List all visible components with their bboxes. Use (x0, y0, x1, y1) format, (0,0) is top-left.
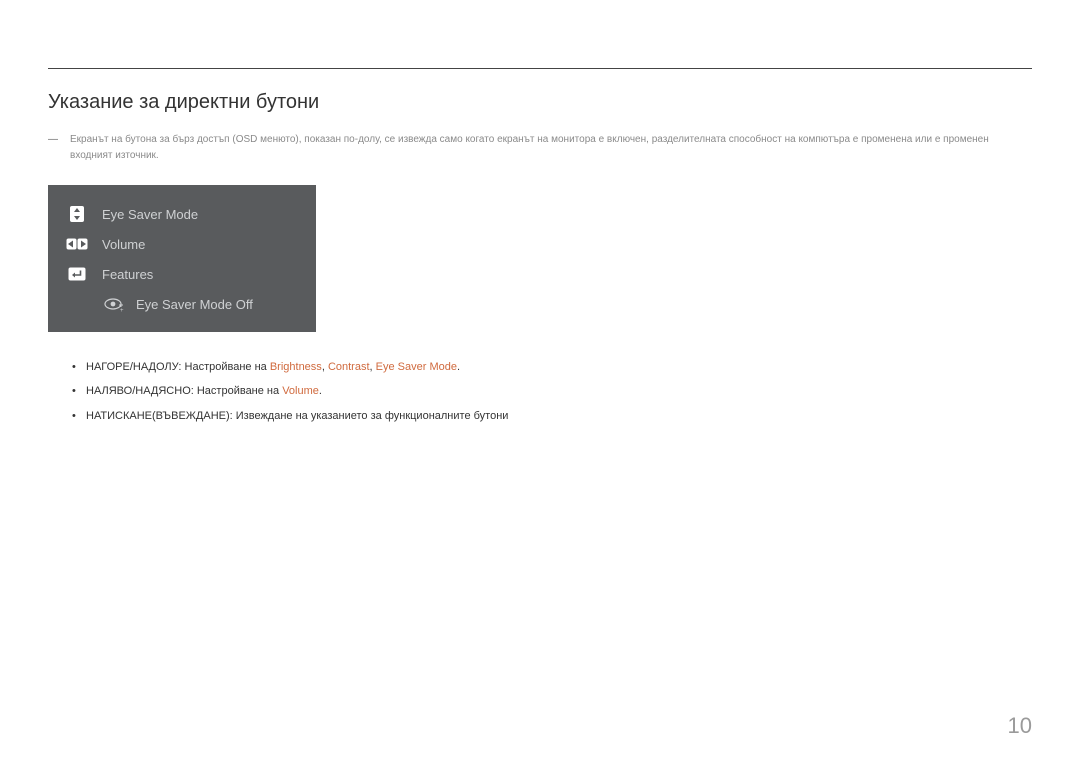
osd-row-features: Features (48, 259, 316, 289)
list-text: . (319, 385, 322, 397)
description-list: НАГОРЕ/НАДОЛУ: Настройване на Brightness… (48, 360, 1032, 423)
list-item: НАТИСКАНЕ(ВЪВЕЖДАНЕ): Извеждане на указа… (72, 409, 1032, 423)
osd-label: Eye Saver Mode (102, 207, 198, 222)
highlight: Volume (282, 385, 319, 397)
osd-label: Volume (102, 237, 145, 252)
list-text: НАГОРЕ/НАДОЛУ: Настройване на (86, 361, 270, 373)
left-right-icon (64, 235, 90, 253)
list-text: НАТИСКАНЕ(ВЪВЕЖДАНЕ): Извеждане на указа… (86, 410, 508, 422)
note-text: Екранът на бутона за бърз достъп (OSD ме… (48, 132, 1032, 163)
osd-row-status: + Eye Saver Mode Off (48, 289, 316, 318)
osd-label: Features (102, 267, 153, 282)
list-item: НАЛЯВО/НАДЯСНО: Настройване на Volume. (72, 384, 1032, 398)
list-text: НАЛЯВО/НАДЯСНО: Настройване на (86, 385, 282, 397)
page-number: 10 (1008, 713, 1032, 739)
section-title: Указание за директни бутони (48, 91, 1032, 114)
highlight: Eye Saver Mode (376, 361, 457, 373)
eye-icon: + (104, 298, 126, 312)
list-text: . (457, 361, 460, 373)
osd-row-volume: Volume (48, 229, 316, 259)
divider-top (48, 68, 1032, 69)
highlight: Brightness (270, 361, 322, 373)
osd-panel: Eye Saver Mode Volume Features (48, 185, 316, 332)
list-item: НАГОРЕ/НАДОЛУ: Настройване на Brightness… (72, 360, 1032, 374)
highlight: Contrast (328, 361, 370, 373)
osd-status-label: Eye Saver Mode Off (136, 297, 253, 312)
svg-text:+: + (120, 308, 124, 312)
osd-row-eye-saver: Eye Saver Mode (48, 199, 316, 229)
up-down-icon (64, 205, 90, 223)
enter-icon (64, 265, 90, 283)
